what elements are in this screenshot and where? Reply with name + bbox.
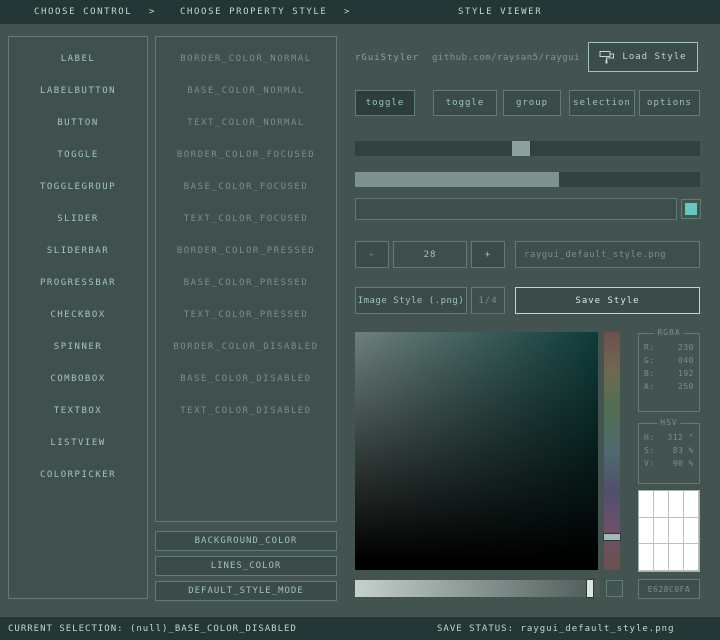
toggle-group-item[interactable]: options [639, 90, 700, 116]
color-picker-panel[interactable] [355, 332, 598, 570]
background-color-button[interactable]: BACKGROUND_COLOR [155, 531, 337, 551]
control-item[interactable]: CHECKBOX [9, 299, 147, 331]
hsv-value-value: V:90 % [644, 459, 694, 468]
step-choose-property-style: CHOOSE PROPERTY STYLE [180, 7, 327, 17]
lines-color-button[interactable]: LINES_COLOR [155, 556, 337, 576]
alpha-side-box[interactable] [606, 580, 623, 597]
spinner-value[interactable]: 28 [393, 241, 467, 268]
alpha-handle[interactable] [586, 579, 594, 598]
control-item[interactable]: LABELBUTTON [9, 75, 147, 107]
palette-cell[interactable] [639, 518, 654, 545]
properties-list: BORDER_COLOR_NORMAL BASE_COLOR_NORMAL TE… [155, 36, 337, 522]
palette-cell[interactable] [669, 544, 684, 571]
property-item[interactable]: TEXT_COLOR_NORMAL [156, 107, 336, 139]
hsv-label: HSV [657, 418, 680, 427]
sample-textbox[interactable] [355, 198, 677, 220]
property-item[interactable]: BASE_COLOR_PRESSED [156, 267, 336, 299]
property-item[interactable]: BORDER_COLOR_PRESSED [156, 235, 336, 267]
palette-cell[interactable] [639, 544, 654, 571]
paint-roller-icon [599, 50, 615, 64]
control-item[interactable]: TEXTBOX [9, 395, 147, 427]
palette-cell[interactable] [654, 518, 669, 545]
control-item[interactable]: SPINNER [9, 331, 147, 363]
rgba-green-value: G:040 [644, 356, 694, 365]
current-selection-status: CURRENT SELECTION: (null)_BASE_COLOR_DIS… [8, 624, 297, 634]
palette-cell[interactable] [684, 544, 699, 571]
save-style-button[interactable]: Save Style [515, 287, 700, 314]
property-item[interactable]: TEXT_COLOR_PRESSED [156, 299, 336, 331]
hue-slider[interactable] [604, 332, 620, 570]
status-bar: CURRENT SELECTION: (null)_BASE_COLOR_DIS… [0, 617, 720, 640]
property-item[interactable]: TEXT_COLOR_DISABLED [156, 395, 336, 427]
progress-bar[interactable] [355, 172, 700, 187]
control-item[interactable]: COMBOBOX [9, 363, 147, 395]
alpha-slider[interactable] [355, 580, 600, 597]
hex-color-input[interactable]: E628C0FA [638, 579, 700, 599]
hue-handle[interactable] [603, 533, 621, 541]
control-item[interactable]: TOGGLEGROUP [9, 171, 147, 203]
repo-link[interactable]: github.com/raysan5/raygui [432, 53, 580, 63]
spinner-increment-button[interactable]: + [471, 241, 505, 268]
step-style-viewer: STYLE VIEWER [458, 7, 542, 17]
control-item[interactable]: COLORPICKER [9, 459, 147, 491]
controls-list: LABEL LABELBUTTON BUTTON TOGGLE TOGGLEGR… [8, 36, 148, 599]
control-item[interactable]: PROGRESSBAR [9, 267, 147, 299]
slider[interactable] [355, 141, 700, 156]
image-style-button[interactable]: Image Style (.png) [355, 287, 467, 314]
top-bar: CHOOSE CONTROL > CHOOSE PROPERTY STYLE >… [0, 0, 720, 24]
rgba-blue-value: B:192 [644, 369, 694, 378]
palette-grid[interactable] [638, 490, 700, 572]
slider-handle[interactable] [512, 141, 530, 156]
control-item[interactable]: LISTVIEW [9, 427, 147, 459]
control-item[interactable]: BUTTON [9, 107, 147, 139]
toggle-button[interactable]: toggle [355, 90, 415, 116]
rgba-red-value: R:230 [644, 343, 694, 352]
hsv-group: HSV H:312 ° S:83 % V:90 % [638, 420, 700, 484]
palette-cell[interactable] [669, 491, 684, 518]
filename-input[interactable]: raygui_default_style.png [515, 241, 700, 268]
rgba-group: RGBA R:230 G:040 B:192 A:250 [638, 330, 700, 412]
property-item[interactable]: BASE_COLOR_NORMAL [156, 75, 336, 107]
palette-cell[interactable] [654, 491, 669, 518]
property-item[interactable]: BORDER_COLOR_DISABLED [156, 331, 336, 363]
toggle-group-item[interactable]: group [503, 90, 561, 116]
chevron-right-icon: > [344, 7, 351, 17]
property-item[interactable]: BASE_COLOR_FOCUSED [156, 171, 336, 203]
checkbox[interactable] [681, 199, 701, 219]
palette-cell[interactable] [654, 544, 669, 571]
palette-cell[interactable] [684, 518, 699, 545]
hsv-saturation-value: S:83 % [644, 446, 694, 455]
rguistyler-window: CHOOSE CONTROL > CHOOSE PROPERTY STYLE >… [0, 0, 720, 640]
step-choose-control: CHOOSE CONTROL [34, 7, 132, 17]
rgba-alpha-value: A:250 [644, 382, 694, 391]
property-item[interactable]: BASE_COLOR_DISABLED [156, 363, 336, 395]
control-item[interactable]: TOGGLE [9, 139, 147, 171]
toggle-group-item[interactable]: selection [569, 90, 635, 116]
property-item[interactable]: BORDER_COLOR_FOCUSED [156, 139, 336, 171]
rgba-label: RGBA [654, 328, 683, 337]
chevron-right-icon: > [149, 7, 156, 17]
palette-cell[interactable] [639, 491, 654, 518]
property-item[interactable]: BORDER_COLOR_NORMAL [156, 43, 336, 75]
hsv-hue-value: H:312 ° [644, 433, 694, 442]
palette-cell[interactable] [669, 518, 684, 545]
app-title: rGuiStyler [355, 53, 419, 63]
ratio-box[interactable]: 1/4 [471, 287, 505, 314]
load-style-button[interactable]: Load Style [588, 42, 698, 72]
control-item[interactable]: LABEL [9, 43, 147, 75]
property-item[interactable]: TEXT_COLOR_FOCUSED [156, 203, 336, 235]
palette-cell[interactable] [684, 491, 699, 518]
control-item[interactable]: SLIDER [9, 203, 147, 235]
spinner-decrement-button[interactable]: - [355, 241, 389, 268]
default-style-mode-button[interactable]: DEFAULT_STYLE_MODE [155, 581, 337, 601]
save-status: SAVE STATUS: raygui_default_style.png [437, 624, 674, 634]
control-item[interactable]: SLIDERBAR [9, 235, 147, 267]
toggle-button[interactable]: toggle [433, 90, 497, 116]
load-style-label: Load Style [622, 52, 686, 62]
progressbar-fill [355, 172, 559, 187]
